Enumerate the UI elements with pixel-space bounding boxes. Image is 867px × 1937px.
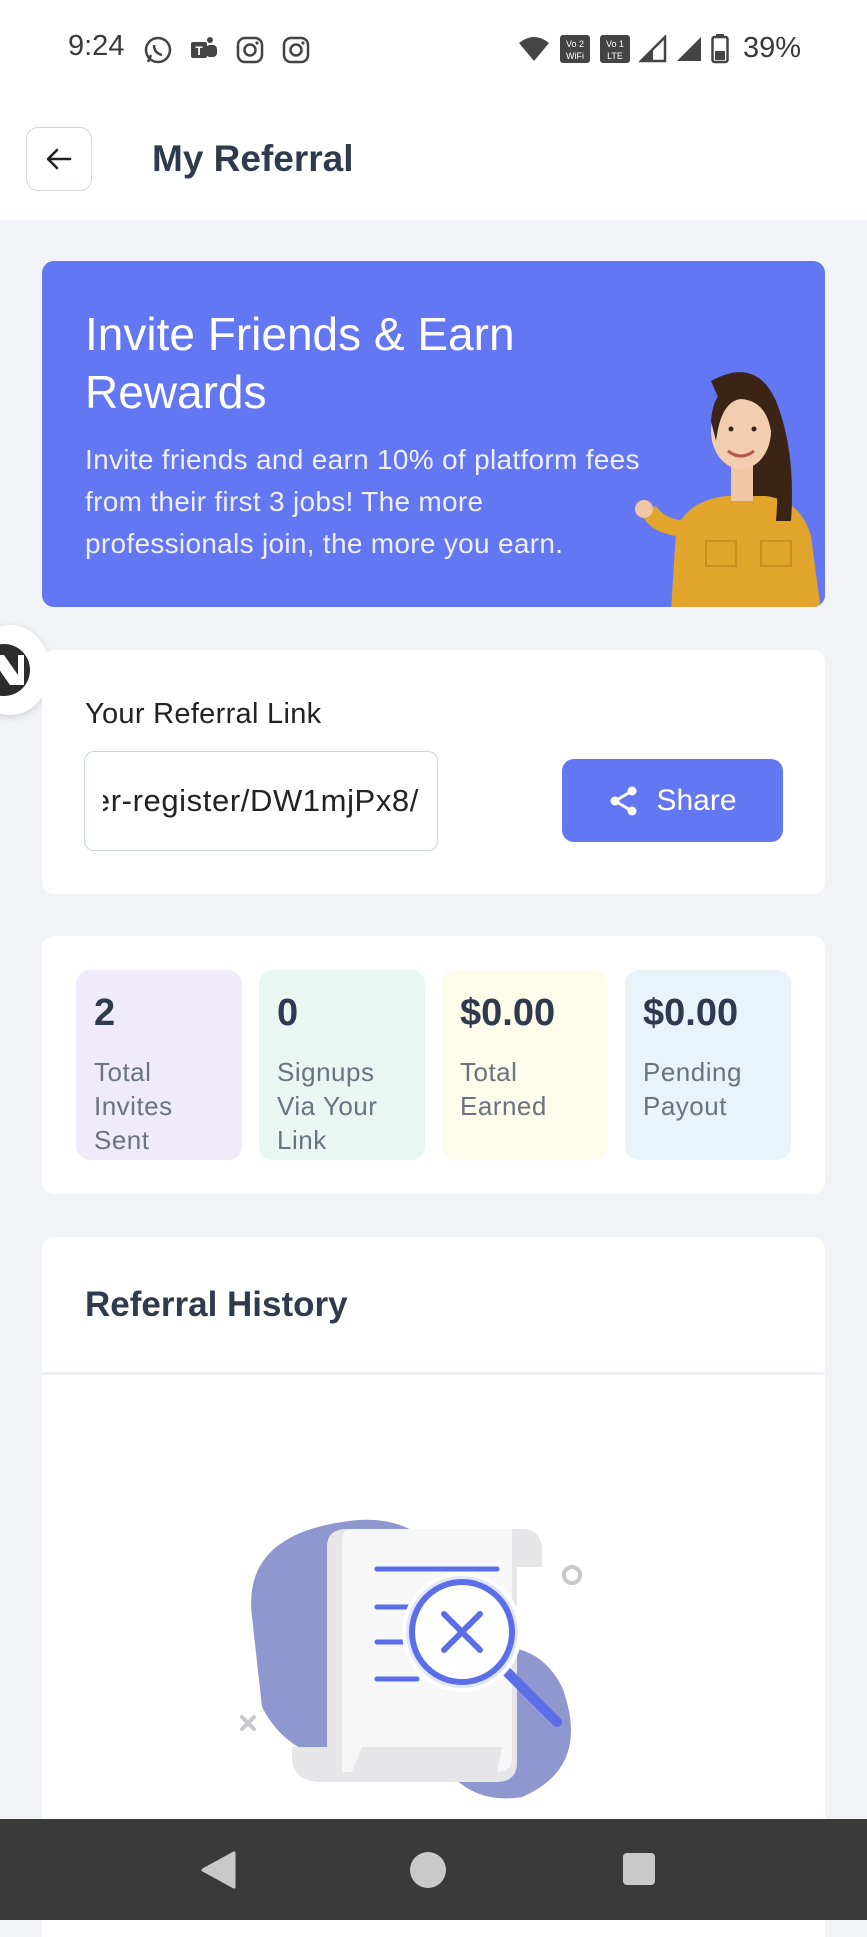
notification-icons: T <box>142 34 312 66</box>
signal-icon <box>676 36 701 61</box>
instagram-icon <box>236 36 264 64</box>
battery-percent: 39% <box>742 32 801 64</box>
wifi-icon <box>518 36 549 61</box>
whatsapp-icon <box>144 36 172 64</box>
referral-link-label: Your Referral Link <box>85 698 322 730</box>
svg-text:WiFi: WiFi <box>566 51 584 61</box>
stat-value: $0.00 <box>643 992 739 1034</box>
share-button[interactable]: Share <box>562 759 783 842</box>
stat-label: Total Earned <box>460 1057 547 1121</box>
nav-home-icon[interactable] <box>410 1852 446 1888</box>
arrow-left-icon <box>46 148 72 170</box>
svg-text:LTE: LTE <box>607 51 623 61</box>
vowifi-icon: Vo 2 WiFi <box>559 34 590 63</box>
instagram-icon <box>282 36 310 64</box>
stat-value: 0 <box>277 992 299 1034</box>
divider <box>42 1372 825 1375</box>
banner-title: Invite Friends & Earn Rewards <box>85 308 515 418</box>
stat-value: $0.00 <box>460 992 556 1034</box>
nav-back-icon[interactable] <box>200 1851 236 1889</box>
stat-value: 2 <box>94 992 116 1034</box>
svg-text:Vo 1: Vo 1 <box>606 39 624 49</box>
system-nav-bar <box>0 1819 867 1920</box>
page-title: My Referral <box>152 138 354 179</box>
stat-signups: 0 Signups Via Your Link <box>259 970 425 1160</box>
stat-pending-payout: $0.00 Pending Payout <box>625 970 791 1160</box>
stat-label: Total Invites Sent <box>94 1057 173 1155</box>
referral-link-field[interactable] <box>84 751 438 851</box>
referral-history-title: Referral History <box>85 1285 348 1324</box>
volte-icon: Vo 1 LTE <box>599 34 630 63</box>
referral-stats-card: 2 Total Invites Sent 0 Signups Via Your … <box>42 936 825 1194</box>
stat-label: Pending Payout <box>643 1057 742 1121</box>
system-indicators: Vo 2 WiFi Vo 1 LTE 39% <box>517 32 801 65</box>
signal-icon <box>638 34 667 62</box>
nav-recents-icon[interactable] <box>623 1853 655 1885</box>
banner-description: Invite friends and earn 10% of platform … <box>85 444 640 559</box>
status-bar: 9:24 T Vo 2 WiFi Vo 1 LTE 39% <box>0 0 867 100</box>
invite-banner: Invite Friends & Earn Rewards Invite fri… <box>42 261 825 607</box>
referral-link-card: Your Referral Link Share <box>42 650 825 894</box>
share-icon <box>610 786 637 815</box>
svg-text:Vo 2: Vo 2 <box>566 39 584 49</box>
stat-label: Signups Via Your Link <box>277 1057 378 1155</box>
svg-text:T: T <box>195 44 203 58</box>
stat-total-earned: $0.00 Total Earned <box>442 970 608 1160</box>
teams-icon: T <box>191 37 217 58</box>
back-button[interactable] <box>26 127 92 191</box>
woman-pointing-illustration <box>635 372 821 607</box>
status-time: 9:24 <box>68 30 125 62</box>
empty-search-document-icon <box>240 1519 582 1799</box>
battery-icon <box>711 33 729 63</box>
share-button-label: Share <box>656 783 737 817</box>
stat-total-invites: 2 Total Invites Sent <box>76 970 242 1160</box>
app-header: My Referral <box>0 100 867 220</box>
